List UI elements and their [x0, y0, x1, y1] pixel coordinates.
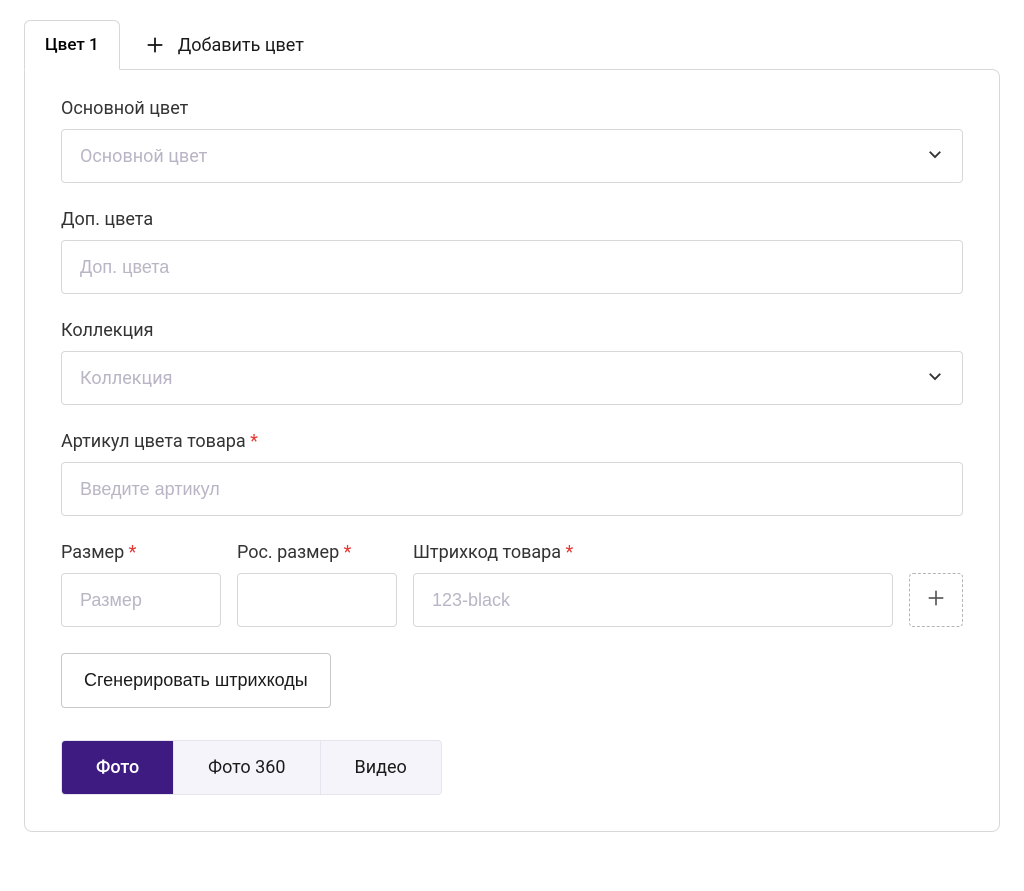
color-tab[interactable]: Цвет 1 — [24, 20, 120, 70]
barcode-input[interactable] — [413, 573, 893, 627]
collection-placeholder: Коллекция — [80, 368, 172, 389]
article-label: Артикул цвета товара — [61, 431, 963, 452]
article-input[interactable] — [61, 462, 963, 516]
extra-colors-field: Доп. цвета — [61, 209, 963, 294]
collection-select[interactable]: Коллекция — [61, 351, 963, 405]
plus-icon — [925, 587, 947, 613]
chevron-down-icon — [926, 367, 944, 390]
size-label: Размер — [61, 542, 221, 563]
main-color-label: Основной цвет — [61, 98, 963, 119]
size-barcode-row: Размер Рос. размер Штрихкод товара — [61, 542, 963, 627]
generate-barcodes-label: Сгенерировать штрихкоды — [84, 670, 308, 690]
plus-icon — [144, 34, 166, 56]
add-color-label: Добавить цвет — [178, 35, 304, 56]
media-tab-photo360-label: Фото 360 — [208, 757, 285, 778]
media-tabs: Фото Фото 360 Видео — [61, 740, 442, 795]
add-color-button[interactable]: Добавить цвет — [144, 34, 304, 56]
ru-size-label: Рос. размер — [237, 542, 397, 563]
generate-barcodes-button[interactable]: Сгенерировать штрихкоды — [61, 653, 331, 708]
size-input[interactable] — [61, 573, 221, 627]
main-color-field: Основной цвет Основной цвет — [61, 98, 963, 183]
media-tab-photo-label: Фото — [96, 757, 139, 778]
size-field: Размер — [61, 542, 221, 627]
main-color-select[interactable]: Основной цвет — [61, 129, 963, 183]
barcode-label: Штрихкод товара — [413, 542, 893, 563]
color-tab-label: Цвет 1 — [45, 35, 99, 55]
main-color-placeholder: Основной цвет — [80, 146, 207, 167]
tabs-row: Цвет 1 Добавить цвет — [24, 20, 1000, 70]
collection-field: Коллекция Коллекция — [61, 320, 963, 405]
extra-colors-input[interactable] — [61, 240, 963, 294]
media-tab-photo360[interactable]: Фото 360 — [174, 741, 320, 794]
collection-label: Коллекция — [61, 320, 963, 341]
media-tab-photo[interactable]: Фото — [62, 741, 174, 794]
media-tab-video[interactable]: Видео — [321, 741, 441, 794]
ru-size-input[interactable] — [237, 573, 397, 627]
barcode-field: Штрихкод товара — [413, 542, 893, 627]
add-row-button[interactable] — [909, 573, 963, 627]
ru-size-field: Рос. размер — [237, 542, 397, 627]
extra-colors-label: Доп. цвета — [61, 209, 963, 230]
color-panel: Основной цвет Основной цвет Доп. цвета К… — [24, 69, 1000, 832]
chevron-down-icon — [926, 145, 944, 168]
article-field: Артикул цвета товара — [61, 431, 963, 516]
media-tab-video-label: Видео — [355, 757, 407, 778]
